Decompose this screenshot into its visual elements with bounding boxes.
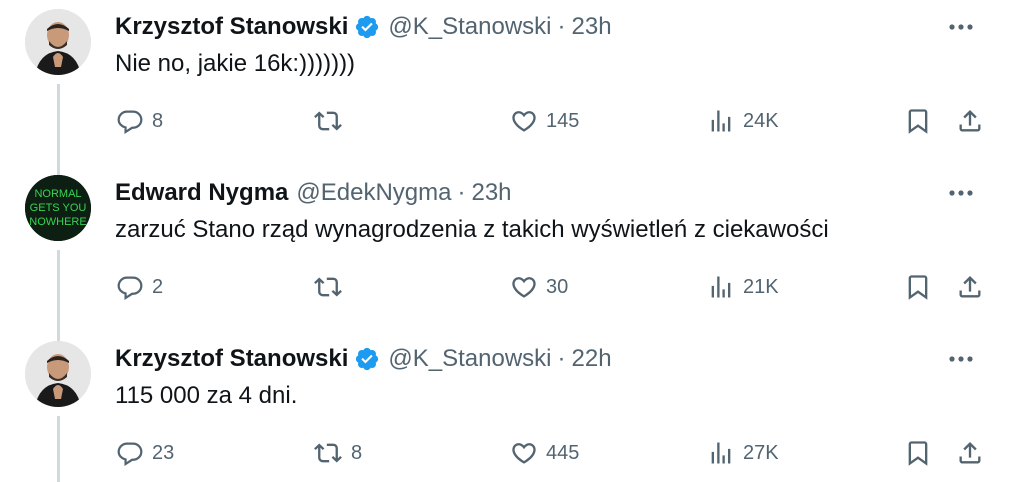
author-handle[interactable]: @K_Stanowski xyxy=(388,345,551,373)
views-icon xyxy=(711,110,731,132)
avatar-text: NOWHERE xyxy=(29,216,86,228)
share-icon xyxy=(959,276,981,298)
retweet-button[interactable] xyxy=(313,269,351,305)
share-icon xyxy=(959,442,981,464)
heart-icon xyxy=(512,443,536,464)
views-button[interactable]: 27K xyxy=(707,435,779,471)
bookmark-button[interactable] xyxy=(904,435,932,471)
like-count: 30 xyxy=(546,275,569,298)
share-icon xyxy=(959,110,981,132)
more-options-icon[interactable] xyxy=(946,180,976,206)
verified-badge-icon xyxy=(354,346,380,372)
reply-count: 23 xyxy=(152,441,175,464)
views-count: 21K xyxy=(743,275,779,298)
reply-button[interactable]: 2 xyxy=(116,269,163,305)
separator-dot: · xyxy=(457,179,466,206)
tweet-text: 115 000 za 4 dni. xyxy=(115,382,298,409)
heart-icon xyxy=(512,111,536,132)
bookmark-button[interactable] xyxy=(904,103,932,139)
tweet[interactable]: NORMAL GETS YOU NOWHERE Edward Nygma @Ed… xyxy=(0,166,1010,348)
retweet-button[interactable]: 8 xyxy=(313,435,362,471)
like-button[interactable]: 30 xyxy=(510,269,568,305)
reply-icon xyxy=(117,276,143,300)
views-count: 24K xyxy=(743,109,779,132)
timestamp[interactable]: 23h xyxy=(471,179,511,207)
bookmark-icon xyxy=(908,441,928,466)
tweet-text: Nie no, jakie 16k:))))))) xyxy=(115,50,356,77)
tweet-actions: 23 8 445 27K xyxy=(0,435,1010,471)
tweet-header: Edward Nygma @EdekNygma · 23h xyxy=(115,178,512,208)
separator-dot: · xyxy=(557,345,566,372)
tweet-text: zarzuć Stano rząd wynagrodzenia z takich… xyxy=(115,216,829,243)
author-name[interactable]: Krzysztof Stanowski xyxy=(115,13,348,41)
tweet-header: Krzysztof Stanowski @K_Stanowski · 23h xyxy=(115,12,612,42)
like-count: 145 xyxy=(546,109,580,132)
verified-badge-icon xyxy=(354,14,380,40)
more-options-icon[interactable] xyxy=(946,346,976,372)
reply-icon xyxy=(117,110,143,134)
like-button[interactable]: 145 xyxy=(510,103,579,139)
tweet-header: Krzysztof Stanowski @K_Stanowski · 22h xyxy=(115,344,612,374)
avatar[interactable] xyxy=(25,341,91,407)
like-button[interactable]: 445 xyxy=(510,435,579,471)
author-name[interactable]: Krzysztof Stanowski xyxy=(115,345,348,373)
avatar[interactable]: NORMAL GETS YOU NOWHERE xyxy=(25,175,91,241)
separator-dot: · xyxy=(557,13,566,40)
retweet-icon xyxy=(314,443,342,463)
timestamp[interactable]: 22h xyxy=(572,345,612,373)
reply-button[interactable]: 23 xyxy=(116,435,174,471)
views-icon xyxy=(711,442,731,464)
tweet-thread: Krzysztof Stanowski @K_Stanowski · 23h N… xyxy=(0,0,1010,482)
person-avatar-icon xyxy=(25,9,91,75)
bookmark-icon xyxy=(908,109,928,134)
share-button[interactable] xyxy=(956,103,984,139)
timestamp[interactable]: 23h xyxy=(572,13,612,41)
share-button[interactable] xyxy=(956,435,984,471)
tweet[interactable]: Krzysztof Stanowski @K_Stanowski · 22h 1… xyxy=(0,332,1010,482)
views-button[interactable]: 21K xyxy=(707,269,779,305)
views-button[interactable]: 24K xyxy=(707,103,779,139)
reply-count: 8 xyxy=(152,109,164,132)
person-avatar-icon xyxy=(25,341,91,407)
reply-count: 2 xyxy=(152,275,164,298)
share-button[interactable] xyxy=(956,269,984,305)
retweet-icon xyxy=(314,111,342,131)
avatar[interactable] xyxy=(25,9,91,75)
neon-sign-avatar-icon: NORMAL GETS YOU NOWHERE xyxy=(25,175,91,241)
bookmark-icon xyxy=(908,275,928,300)
views-count: 27K xyxy=(743,441,779,464)
retweet-icon xyxy=(314,277,342,297)
author-handle[interactable]: @K_Stanowski xyxy=(388,13,551,41)
retweet-count: 8 xyxy=(351,441,363,464)
tweet[interactable]: Krzysztof Stanowski @K_Stanowski · 23h N… xyxy=(0,0,1010,182)
reply-icon xyxy=(117,442,143,466)
retweet-button[interactable] xyxy=(313,103,351,139)
bookmark-button[interactable] xyxy=(904,269,932,305)
avatar-text: GETS YOU xyxy=(30,202,87,214)
views-icon xyxy=(711,276,731,298)
tweet-actions: 2 30 21K xyxy=(0,269,1010,305)
heart-icon xyxy=(512,277,536,298)
more-options-icon[interactable] xyxy=(946,14,976,40)
author-name[interactable]: Edward Nygma xyxy=(115,179,288,207)
author-handle[interactable]: @EdekNygma xyxy=(296,179,451,207)
avatar-text: NORMAL xyxy=(34,188,81,200)
like-count: 445 xyxy=(546,441,580,464)
reply-button[interactable]: 8 xyxy=(116,103,163,139)
tweet-actions: 8 145 24K xyxy=(0,103,1010,139)
